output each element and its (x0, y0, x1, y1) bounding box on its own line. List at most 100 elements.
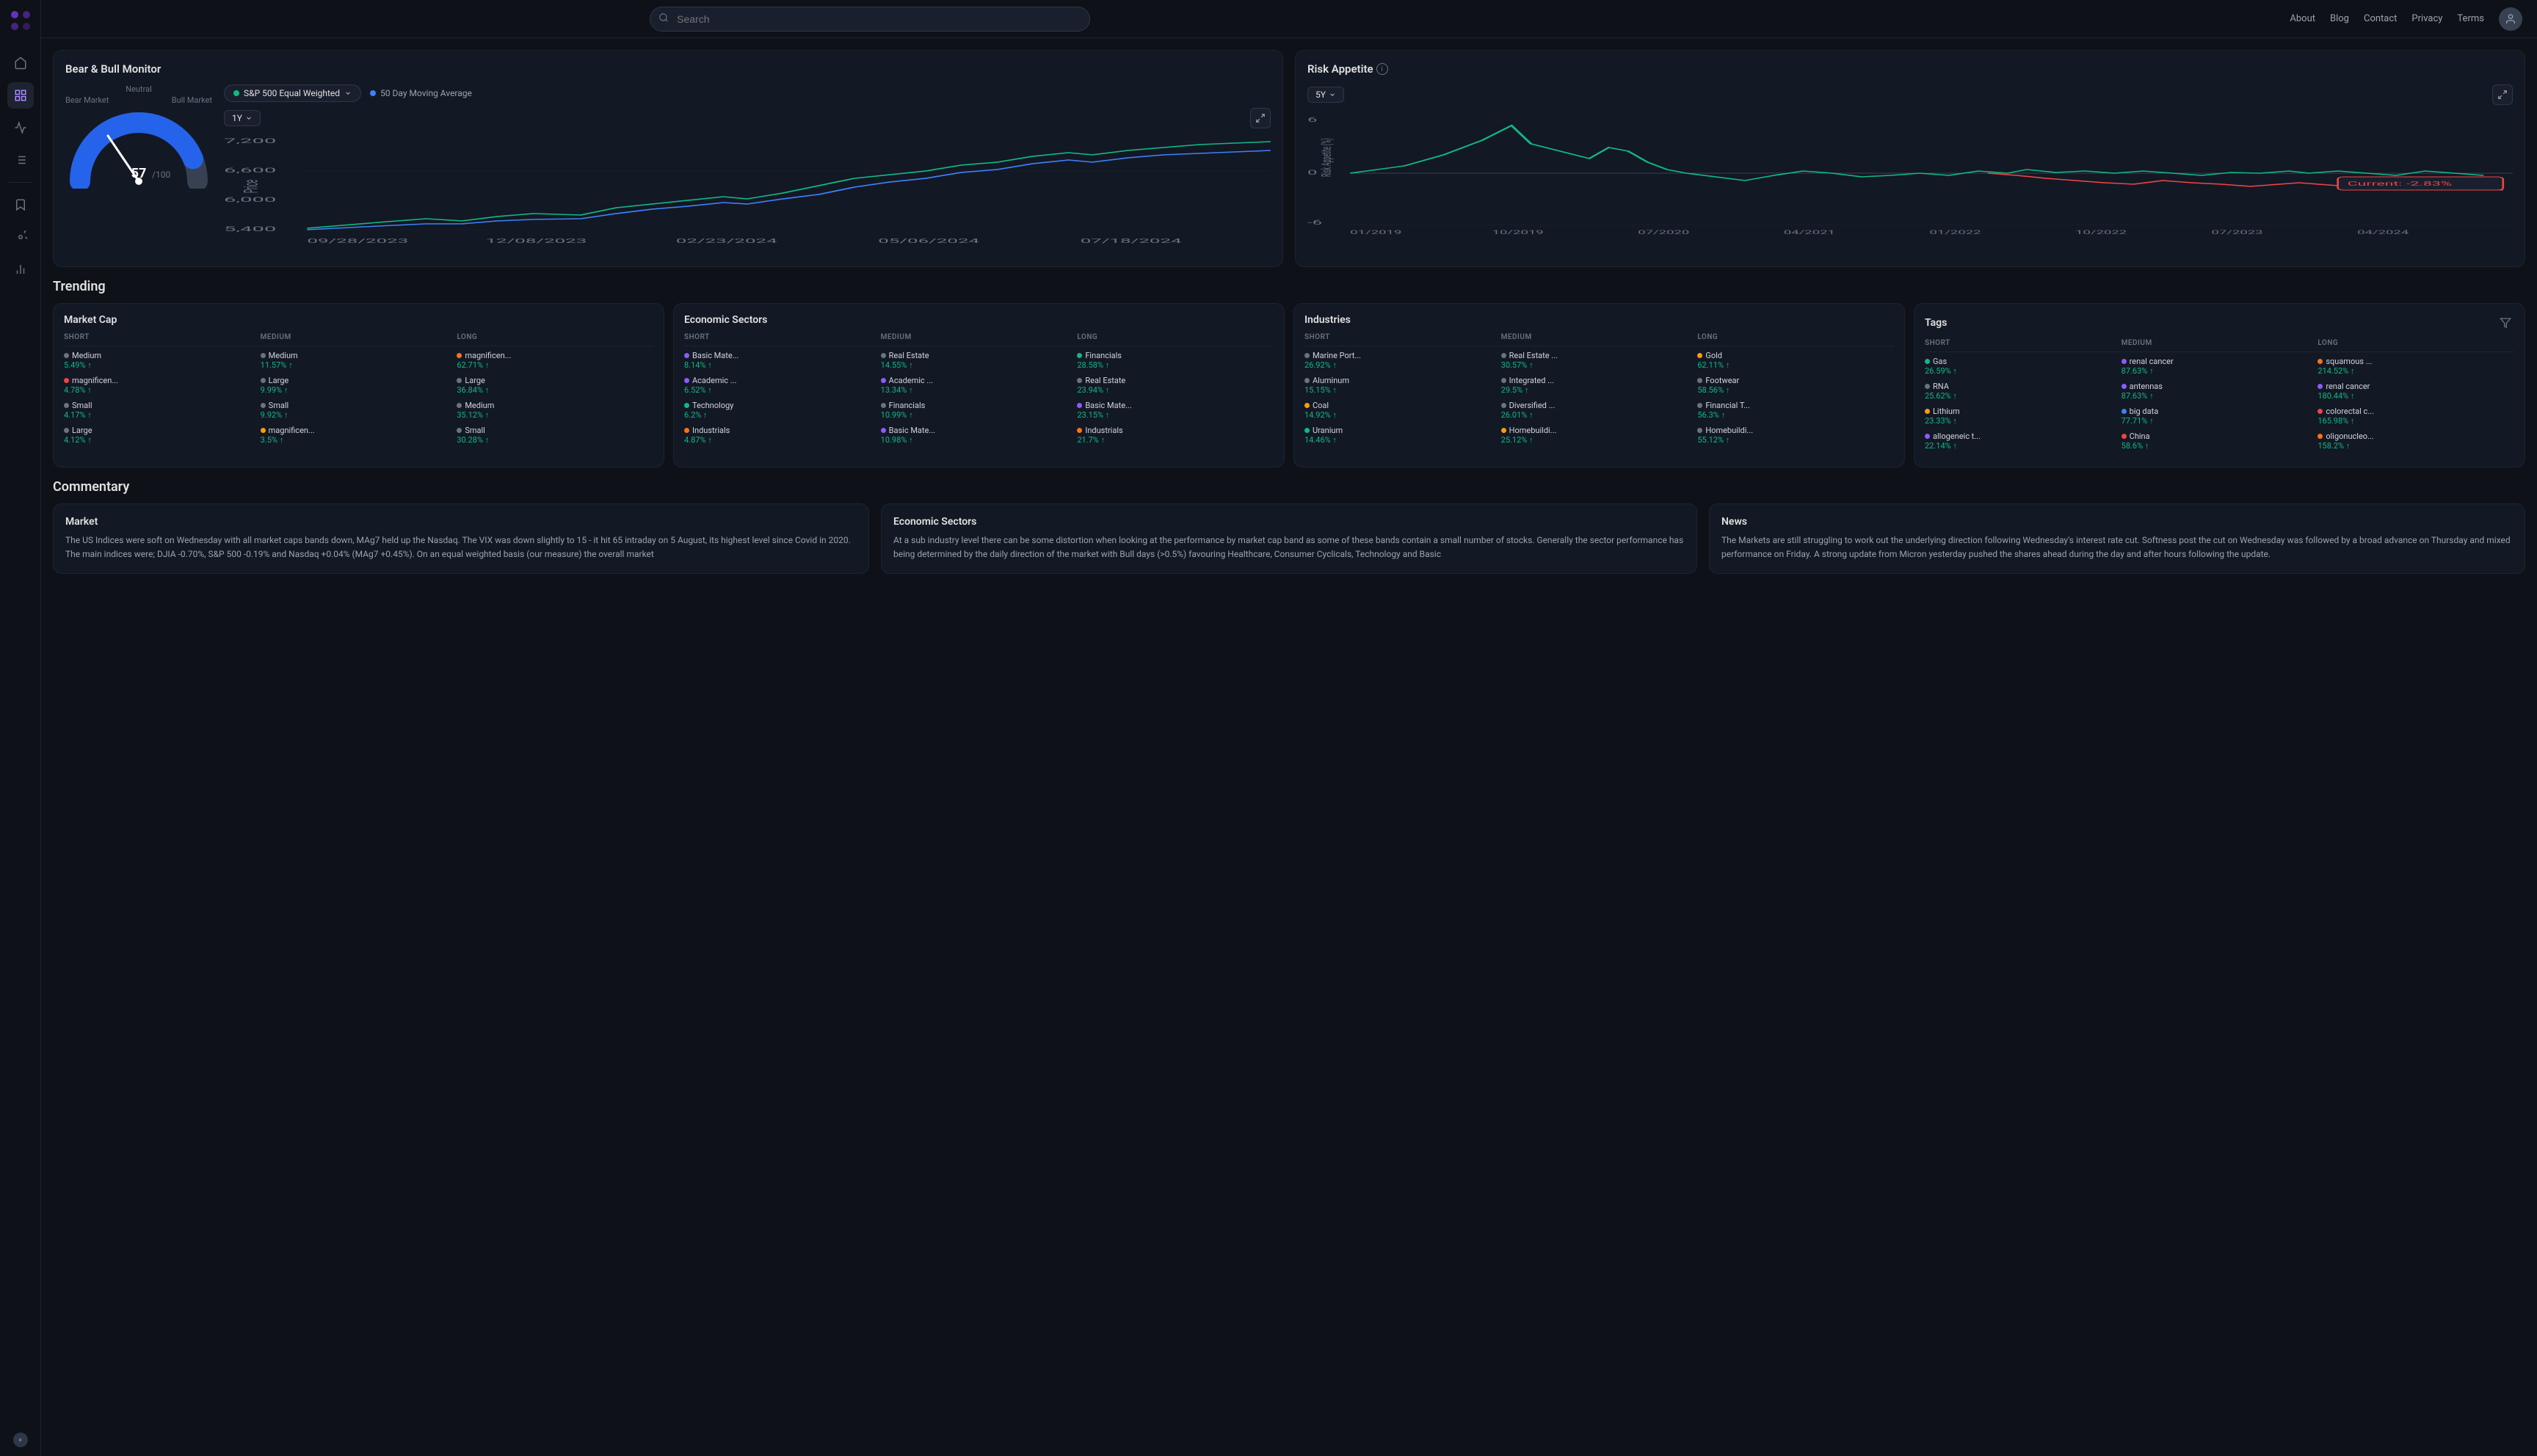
header-nav: About Blog Contact Privacy Terms (2290, 7, 2522, 31)
trend-cell[interactable]: squamous ... 214.52% (2318, 357, 2514, 376)
bear-bull-chart: 7,200 6,600 6,000 5,400 Price (224, 134, 1271, 255)
expand-button[interactable] (1250, 108, 1271, 128)
risk-chart-svg: 6 0 -6 Risk Appetite (%) (1307, 111, 2513, 236)
svg-text:02/23/2024: 02/23/2024 (676, 237, 777, 244)
trend-cell[interactable]: Real Estate 23.94% (1077, 376, 1274, 395)
trend-cell[interactable]: Lithium 23.33% (1925, 407, 2122, 426)
commentary-sectors-text: At a sub industry level there can be som… (893, 534, 1685, 561)
trend-cell[interactable]: Basic Mate... 10.98% (881, 426, 1078, 445)
table-row: Academic ... 6.52% Academic ... 13.34% R… (684, 376, 1274, 395)
trend-cell[interactable]: Marine Port... 26.92% (1304, 351, 1501, 370)
trend-cell[interactable]: Basic Mate... 23.15% (1077, 401, 1274, 420)
svg-text:Risk Appetite (%): Risk Appetite (%) (1319, 138, 1335, 177)
trend-cell[interactable]: magnificen... 62.71% (457, 351, 653, 370)
trend-cell[interactable]: big data 77.71% (2122, 407, 2318, 426)
svg-text:04/2021: 04/2021 (1784, 230, 1835, 236)
trend-cell[interactable]: allogeneic t... 22.14% (1925, 432, 2122, 451)
trend-cell[interactable]: Gas 26.59% (1925, 357, 2122, 376)
trend-cell[interactable]: Diversified ... 26.01% (1501, 401, 1698, 420)
trend-cell[interactable]: Financial T... 56.3% (1697, 401, 1894, 420)
list-icon[interactable] (7, 147, 34, 173)
svg-text:12/08/2023: 12/08/2023 (486, 237, 587, 244)
trend-cell[interactable]: magnificen... 3.5% (261, 426, 457, 445)
table-row: Aluminum 15.15% Integrated ... 29.5% Foo… (1304, 376, 1894, 395)
nav-blog[interactable]: Blog (2330, 13, 2349, 24)
sp500-selector[interactable]: S&P 500 Equal Weighted (224, 84, 361, 102)
home-icon[interactable] (7, 50, 34, 76)
user-avatar[interactable] (2499, 7, 2522, 31)
trend-cell[interactable]: Footwear 58.56% (1697, 376, 1894, 395)
analytics-icon[interactable] (7, 256, 34, 283)
trend-cell[interactable]: Industrials 21.7% (1077, 426, 1274, 445)
search-icon (658, 12, 669, 26)
search-bar (650, 7, 1090, 32)
table-row: allogeneic t... 22.14% China 58.6% oligo… (1925, 432, 2514, 451)
trend-cell[interactable]: Small 4.17% (64, 401, 261, 420)
trend-cell[interactable]: Medium 35.12% (457, 401, 653, 420)
trend-cell[interactable]: Integrated ... 29.5% (1501, 376, 1698, 395)
trend-cell[interactable]: Industrials 4.87% (684, 426, 881, 445)
app-logo (9, 9, 32, 32)
bear-bull-chart-area: S&P 500 Equal Weighted 50 Day Moving Ave… (224, 84, 1271, 255)
svg-text:09/28/2023: 09/28/2023 (307, 237, 408, 244)
table-row: magnificen... 4.78% Large 9.99% Large 36… (64, 376, 653, 395)
table-row: Uranium 14.46% Homebuildi... 25.12% Home… (1304, 426, 1894, 445)
dashboard-icon[interactable] (7, 82, 34, 109)
risk-info-icon[interactable]: i (1376, 63, 1388, 75)
gauge-neutral-label: Neutral (126, 84, 152, 94)
trend-cell[interactable]: Large 36.84% (457, 376, 653, 395)
trend-cell[interactable]: renal cancer 180.44% (2318, 382, 2514, 401)
trend-cell[interactable]: Academic ... 6.52% (684, 376, 881, 395)
trend-cell[interactable]: Basic Mate... 8.14% (684, 351, 881, 370)
trend-cell[interactable]: Small 30.28% (457, 426, 653, 445)
industries-card: Industries SHORT MEDIUM LONG Marine Port… (1293, 303, 1905, 467)
settings-icon[interactable] (7, 224, 34, 250)
market-cap-header: SHORT MEDIUM LONG (64, 333, 653, 346)
tags-filter-icon[interactable] (2497, 314, 2514, 332)
trend-cell[interactable]: Technology 6.2% (684, 401, 881, 420)
trend-cell[interactable]: RNA 25.62% (1925, 382, 2122, 401)
trend-cell[interactable]: China 58.6% (2122, 432, 2318, 451)
sidebar-collapse-button[interactable]: » (13, 1433, 28, 1447)
nav-privacy[interactable]: Privacy (2411, 13, 2442, 24)
trending-title: Trending (53, 279, 2525, 294)
trend-cell[interactable]: Uranium 14.46% (1304, 426, 1501, 445)
market-cap-title: Market Cap (64, 314, 653, 326)
risk-time-selector[interactable]: 5Y (1307, 87, 1344, 103)
ma-legend: 50 Day Moving Average (370, 88, 472, 98)
trend-cell[interactable]: Financials 10.99% (881, 401, 1078, 420)
trend-cell[interactable]: Financials 28.58% (1077, 351, 1274, 370)
trend-cell[interactable]: Real Estate ... 30.57% (1501, 351, 1698, 370)
trend-cell[interactable]: Gold 62.11% (1697, 351, 1894, 370)
bookmark-icon[interactable] (7, 192, 34, 218)
svg-text:-6: -6 (1307, 219, 1322, 226)
time-selector-1y[interactable]: 1Y (224, 110, 261, 126)
table-row: Gas 26.59% renal cancer 87.63% squamous … (1925, 357, 2514, 376)
commentary-market-title: Market (65, 516, 857, 528)
trend-cell[interactable]: oligonucleo... 158.2% (2318, 432, 2514, 451)
trend-cell[interactable]: Homebuildi... 55.12% (1697, 426, 1894, 445)
trend-cell[interactable]: Homebuildi... 25.12% (1501, 426, 1698, 445)
risk-appetite-card: Risk Appetite i 5Y (1295, 50, 2525, 267)
chart-bar-icon[interactable] (7, 114, 34, 141)
trend-cell[interactable]: Medium 11.57% (261, 351, 457, 370)
trend-cell[interactable]: Aluminum 15.15% (1304, 376, 1501, 395)
svg-text:6,000: 6,000 (224, 196, 276, 203)
svg-text:01/2022: 01/2022 (1929, 230, 1981, 236)
trend-cell[interactable]: Coal 14.92% (1304, 401, 1501, 420)
trend-cell[interactable]: Large 9.99% (261, 376, 457, 395)
trend-cell[interactable]: antennas 87.63% (2122, 382, 2318, 401)
nav-terms[interactable]: Terms (2457, 13, 2484, 24)
trend-cell[interactable]: colorectal c... 165.98% (2318, 407, 2514, 426)
nav-about[interactable]: About (2290, 13, 2315, 24)
trend-cell[interactable]: Medium 5.49% (64, 351, 261, 370)
trend-cell[interactable]: Large 4.12% (64, 426, 261, 445)
trend-cell[interactable]: Academic ... 13.34% (881, 376, 1078, 395)
search-input[interactable] (650, 7, 1090, 32)
risk-expand-button[interactable] (2492, 84, 2513, 105)
trend-cell[interactable]: magnificen... 4.78% (64, 376, 261, 395)
nav-contact[interactable]: Contact (2364, 13, 2397, 24)
trend-cell[interactable]: Small 9.92% (261, 401, 457, 420)
trend-cell[interactable]: renal cancer 87.63% (2122, 357, 2318, 376)
trend-cell[interactable]: Real Estate 14.55% (881, 351, 1078, 370)
